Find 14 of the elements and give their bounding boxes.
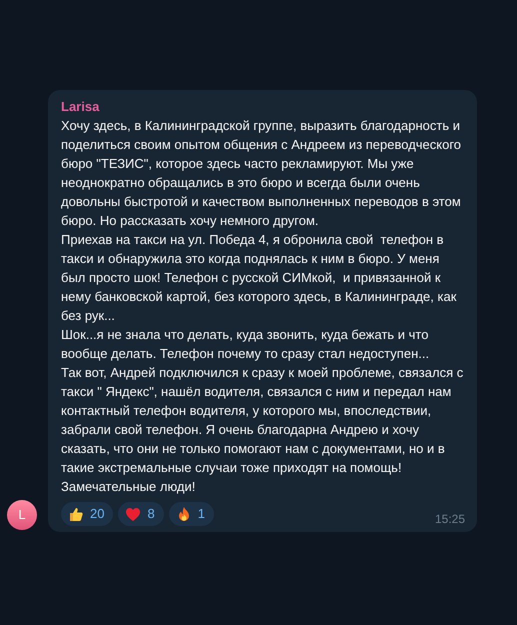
reaction-count: 1 (198, 505, 205, 524)
reaction-chip[interactable]: 1 (168, 502, 214, 526)
message-time: 15:25 (434, 511, 465, 528)
reaction-chip[interactable]: 8 (118, 502, 164, 526)
heart-icon (125, 506, 142, 522)
reaction-count: 20 (90, 505, 104, 524)
message-paragraph: Шок...я не знала что делать, куда звонить, куда бежать и что вообще делать. Телефон почему то сразу стал недоступен... (61, 326, 430, 363)
thumbs-up-icon (68, 506, 84, 522)
message-paragraph: Приехав на такси на ул. Победа 4, я обронила свой телефон в такси и обнаружила это когда поднялась к ним в бюро. У меня был просто шок! Телефон с русской СИМкой, и привязанной к нему банковской картой, без которого здесь, в Калининграде, как без рук... (61, 231, 458, 325)
author-name[interactable]: Larisa (61, 98, 100, 116)
reaction-chip[interactable]: 20 (61, 502, 114, 526)
message-paragraph: Так вот, Андрей подключился к сразу к моей проблеме, связался с такси " Яндекс", нашёл водителя, связался с ним и передал нам контактный телефон водителя, у которого мы, впоследствии, забрали свой телефон. Я очень благодарна Андрею и хочу сказать, что они не только помогают нам с документами, но и в такие экстремальные случаи тоже приходят на помощь! Замечательные люди! (61, 364, 464, 496)
reaction-count: 8 (147, 505, 155, 524)
message-paragraph: Хочу здесь, в Калининградской группе, выразить благодарность и поделиться своим опытом общения с Андреем из переводческого бюро "ТЕЗИС", которое здесь часто рекламируют. Мы уже неоднократно обращались в это бюро и всегда были очень довольны быстротой и качеством выполненных переводов в этом бюро. Но рассказать хочу немного другом. (61, 117, 462, 230)
